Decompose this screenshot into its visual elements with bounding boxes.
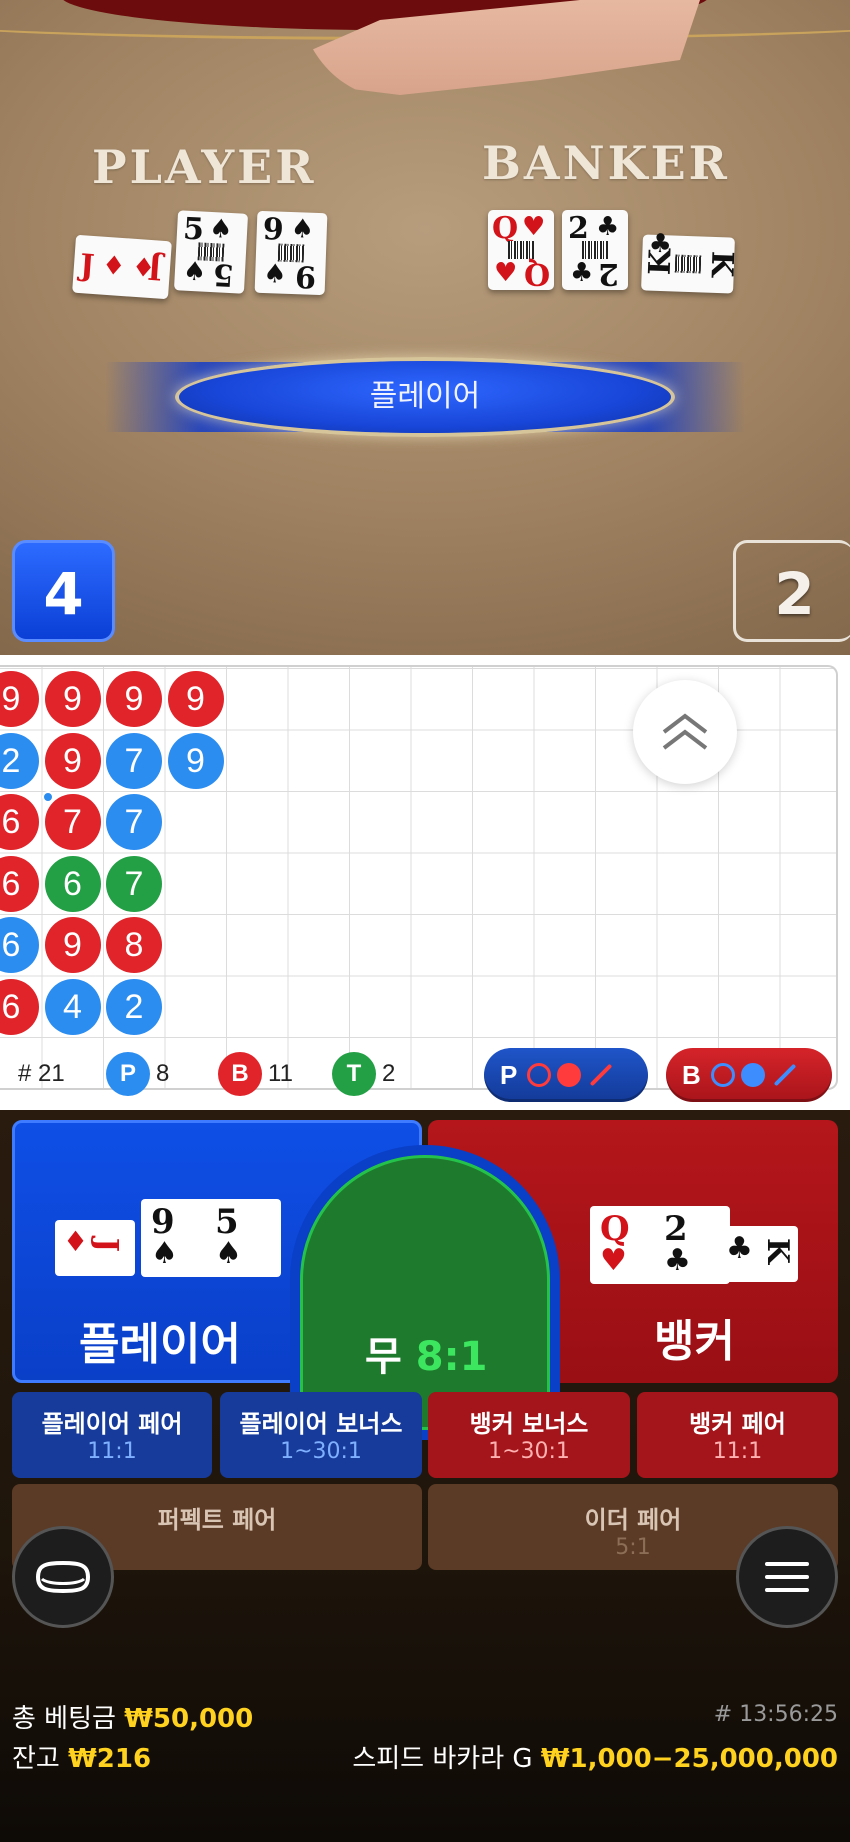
total-bet-value: ₩50,000 [124, 1704, 254, 1734]
player-bonus-bet[interactable]: 플레이어 보너스 1~30:1 [220, 1392, 422, 1478]
round-count: # 21 [18, 1060, 65, 1087]
tie-count-group: T 2 [332, 1043, 395, 1105]
bead-2-4: 8 [106, 917, 162, 973]
round-id: # 13:56:25 [713, 1702, 838, 1727]
bead-2-1: 7 [106, 732, 162, 789]
banker-badge: B [218, 1052, 262, 1096]
player-score: 4 [12, 540, 115, 642]
table-player-card-1: J ♦ ♦ J [72, 234, 172, 300]
bead-1-2: 7 [44, 794, 101, 850]
roadmap-stats: # 21 P 8 B 11 T 2 P B [0, 1043, 850, 1105]
bead-0-2: 6 [0, 794, 39, 850]
bead-2-0: 9 [106, 671, 162, 727]
bead-1-5: 4 [44, 978, 101, 1035]
bet-player-card-1: ♦ J [55, 1220, 135, 1276]
player-bet-label: 플레이어 [79, 1319, 241, 1370]
banker-bet-label: 뱅커 [654, 1316, 735, 1367]
double-chevron-up-icon [662, 713, 708, 750]
balance-value: ₩216 [68, 1744, 152, 1774]
table-view-icon [35, 1560, 91, 1594]
banker-count: 11 [268, 1060, 293, 1087]
bead-2-3: 7 [106, 855, 162, 912]
player-win-count: P 8 [106, 1043, 169, 1105]
player-predict-button[interactable]: P [484, 1048, 648, 1102]
table-view-button[interactable] [12, 1526, 114, 1628]
table-banker-card-3: K ♣ K [641, 229, 739, 294]
tie-bet-label: 무 8:1 [365, 1334, 488, 1380]
bead-3-0: 9 [167, 671, 224, 727]
bead-1-3: 6 [44, 855, 101, 912]
big-eye-icon [710, 1063, 735, 1087]
bead-0-1: 2 [0, 732, 39, 789]
bead-3-1: 9 [167, 732, 224, 789]
total-bet: 총 베팅금 ₩50,000 [12, 1704, 254, 1734]
betting-area: ♦ J 9 ♠ 5 ♠ 플레이어 Q ♥ 2 ♣ ♣ K 뱅커 무 8:1 플레… [0, 1110, 850, 1842]
bead-0-4: 6 [0, 917, 39, 973]
collapse-roadmap-button[interactable] [633, 680, 737, 784]
bead-0-3: 6 [0, 855, 39, 912]
table-banker-card-2: 2 ♣ ♣ 2 [562, 210, 628, 291]
player-table-label: PLAYER [92, 140, 317, 194]
table-banker-card-1: Q ♥ ♥ Q [488, 210, 554, 291]
table-info: 스피드 바카라 G ₩1,000−25,000,000 [352, 1738, 838, 1775]
big-eye-icon [527, 1063, 552, 1087]
tie-badge: T [332, 1052, 376, 1096]
table-limits: ₩1,000−25,000,000 [540, 1744, 838, 1774]
bead-1-1: 9 [44, 732, 101, 789]
bead-2-5: 2 [106, 978, 162, 1035]
small-road-icon [740, 1063, 765, 1087]
player-pair-dot [41, 791, 54, 803]
banker-bonus-bet[interactable]: 뱅커 보너스 1~30:1 [428, 1392, 630, 1478]
table-name: 스피드 바카라 G [352, 1744, 533, 1774]
tie-odds: 8:1 [415, 1334, 488, 1380]
table-player-card-2: 5 ♠ ♠ 5 [173, 210, 249, 294]
bead-0-0: 9 [0, 671, 39, 727]
tie-count: 2 [382, 1060, 396, 1087]
cockroach-icon [590, 1063, 613, 1087]
live-table-video: PLAYER BANKER J ♦ ♦ J 5 ♠ ♠ 5 9 ♠ ♠ 9 Q … [0, 0, 850, 655]
player-count: 8 [156, 1060, 170, 1087]
bead-2-2: 7 [106, 794, 162, 850]
table-player-card-3: 9 ♠ ♠ 9 [254, 210, 328, 296]
banker-table-label: BANKER [482, 136, 730, 190]
tie-bet-spot[interactable]: 무 8:1 [300, 1155, 550, 1430]
banker-pair-bet[interactable]: 뱅커 페어 11:1 [637, 1392, 838, 1478]
cockroach-icon [773, 1063, 797, 1087]
player-pair-bet[interactable]: 플레이어 페어 11:1 [12, 1392, 212, 1478]
menu-button[interactable] [736, 1526, 838, 1628]
banker-predict-button[interactable]: B [666, 1048, 832, 1102]
small-road-icon [557, 1063, 582, 1087]
bead-0-5: 6 [0, 978, 39, 1035]
banker-win-count: B 11 [218, 1043, 293, 1105]
bet-banker-card-3: ♣ K [718, 1226, 798, 1282]
banker-score: 2 [733, 540, 850, 642]
hamburger-menu-icon [765, 1562, 809, 1592]
bead-1-4: 9 [44, 917, 101, 973]
result-text: 플레이어 [369, 379, 481, 414]
bet-player-card-3: 5 ♠ [205, 1199, 281, 1277]
player-badge: P [106, 1052, 150, 1096]
bead-1-0: 9 [44, 671, 101, 727]
balance: 잔고 ₩216 [12, 1744, 152, 1774]
